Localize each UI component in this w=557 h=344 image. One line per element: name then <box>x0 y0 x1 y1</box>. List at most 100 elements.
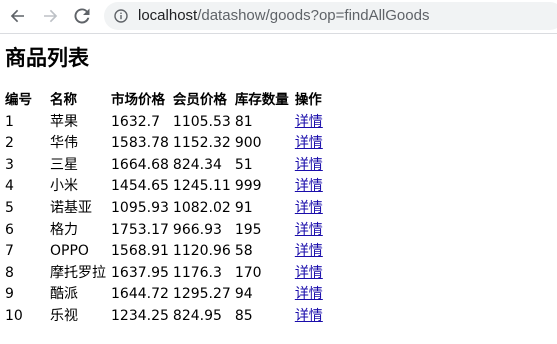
cell-name: 格力 <box>50 221 78 238</box>
cell-id: 10 <box>5 307 23 324</box>
cell-action: 详情 <box>293 263 333 285</box>
cell-member-price: 1152.32 <box>172 135 231 152</box>
cell-action: 详情 <box>293 241 333 263</box>
header-member-price: 会员价格 <box>172 92 227 108</box>
forward-button[interactable] <box>38 4 62 28</box>
url-path: /datashow/goods?op=findAllGoods <box>197 7 430 24</box>
cell-member-price: 966.93 <box>172 221 222 238</box>
detail-link[interactable]: 详情 <box>295 308 323 324</box>
detail-link[interactable]: 详情 <box>295 135 323 151</box>
table-row: 4 小米 1454.65 1245.11 999 详情 <box>3 176 333 198</box>
cell-market-price: 1753.17 <box>111 221 169 238</box>
reload-icon <box>74 8 90 24</box>
cell-market-price: 1095.93 <box>111 199 169 216</box>
cell-member-price: 1295.27 <box>172 286 231 303</box>
cell-stock: 81 <box>234 113 253 130</box>
cell-id: 5 <box>5 199 14 216</box>
cell-action: 详情 <box>293 284 333 306</box>
cell-stock: 91 <box>234 199 253 216</box>
table-row: 6 格力 1753.17 966.93 195 详情 <box>3 220 333 242</box>
cell-member-price: 1105.53 <box>172 113 231 130</box>
url-text[interactable]: localhost/datashow/goods?op=findAllGoods <box>138 7 429 25</box>
table-row: 3 三星 1664.68 824.34 51 详情 <box>3 155 333 177</box>
detail-link[interactable]: 详情 <box>295 200 323 216</box>
cell-id: 1 <box>5 113 14 130</box>
detail-link[interactable]: 详情 <box>295 265 323 281</box>
cell-action: 详情 <box>293 112 333 134</box>
cell-stock: 900 <box>234 135 262 152</box>
detail-link[interactable]: 详情 <box>295 222 323 238</box>
header-market-price: 市场价格 <box>111 92 165 108</box>
table-row: 7 OPPO 1568.91 1120.96 58 详情 <box>3 241 333 263</box>
info-icon[interactable] <box>114 9 128 23</box>
cell-market-price: 1644.72 <box>111 286 169 303</box>
goods-table: 编号 名称 市场价格 会员价格 库存数量 操作 1 苹果 1632.7 1105… <box>3 90 333 328</box>
browser-toolbar: localhost/datashow/goods?op=findAllGoods <box>0 0 557 34</box>
detail-link[interactable]: 详情 <box>295 243 323 259</box>
cell-id: 3 <box>5 156 14 173</box>
cell-market-price: 1637.95 <box>111 264 169 281</box>
cell-member-price: 824.95 <box>172 307 222 324</box>
table-header-row: 编号 名称 市场价格 会员价格 库存数量 操作 <box>3 90 333 112</box>
cell-id: 7 <box>5 243 14 260</box>
cell-action: 详情 <box>293 198 333 220</box>
table-row: 5 诺基亚 1095.93 1082.02 91 详情 <box>3 198 333 220</box>
reload-button[interactable] <box>70 4 94 28</box>
detail-link[interactable]: 详情 <box>295 157 323 173</box>
cell-member-price: 1120.96 <box>172 243 231 260</box>
header-stock: 库存数量 <box>234 92 289 108</box>
cell-market-price: 1568.91 <box>111 243 169 260</box>
cell-stock: 85 <box>234 307 253 324</box>
cell-name: 诺基亚 <box>50 199 92 216</box>
cell-stock: 999 <box>234 178 262 195</box>
table-row: 1 苹果 1632.7 1105.53 81 详情 <box>3 112 333 134</box>
cell-member-price: 824.34 <box>172 156 222 173</box>
cell-stock: 94 <box>234 286 253 303</box>
cell-id: 9 <box>5 286 14 303</box>
table-row: 9 酷派 1644.72 1295.27 94 详情 <box>3 284 333 306</box>
cell-market-price: 1454.65 <box>111 178 169 195</box>
detail-link[interactable]: 详情 <box>295 178 323 194</box>
cell-market-price: 1632.7 <box>111 113 160 130</box>
cell-member-price: 1176.3 <box>172 264 222 281</box>
back-button[interactable] <box>6 4 30 28</box>
cell-id: 8 <box>5 264 14 281</box>
header-id: 编号 <box>5 92 32 108</box>
cell-name: 苹果 <box>50 113 78 130</box>
detail-link[interactable]: 详情 <box>295 114 323 130</box>
cell-action: 详情 <box>293 220 333 242</box>
cell-action: 详情 <box>293 176 333 198</box>
cell-market-price: 1234.25 <box>111 307 169 324</box>
header-action: 操作 <box>294 92 322 108</box>
address-bar[interactable]: localhost/datashow/goods?op=findAllGoods <box>104 2 557 30</box>
detail-link[interactable]: 详情 <box>295 286 323 302</box>
cell-name: 三星 <box>50 156 78 173</box>
cell-stock: 58 <box>234 243 253 260</box>
cell-member-price: 1082.02 <box>172 199 231 216</box>
cell-name: OPPO <box>50 243 89 260</box>
page-content: 商品列表 编号 名称 市场价格 会员价格 库存数量 操作 1 苹果 1632.7… <box>0 34 557 344</box>
cell-action: 详情 <box>293 133 333 155</box>
cell-id: 6 <box>5 221 14 238</box>
cell-name: 乐视 <box>50 307 78 324</box>
cell-name: 酷派 <box>50 286 78 303</box>
url-host: localhost <box>138 7 198 24</box>
table-row: 10 乐视 1234.25 824.95 85 详情 <box>3 306 333 328</box>
cell-name: 华伟 <box>50 135 78 152</box>
cell-action: 详情 <box>293 306 333 328</box>
cell-market-price: 1583.78 <box>111 135 169 152</box>
cell-action: 详情 <box>293 155 333 177</box>
table-row: 8 摩托罗拉 1637.95 1176.3 170 详情 <box>3 263 333 285</box>
cell-id: 4 <box>5 178 14 195</box>
cell-stock: 170 <box>234 264 262 281</box>
cell-market-price: 1664.68 <box>111 156 169 173</box>
cell-stock: 51 <box>234 156 253 173</box>
page-title: 商品列表 <box>5 46 89 70</box>
back-arrow-icon <box>10 9 24 23</box>
cell-member-price: 1245.11 <box>172 178 231 195</box>
forward-arrow-icon <box>44 9 58 23</box>
header-name: 名称 <box>50 92 77 108</box>
cell-name: 摩托罗拉 <box>50 264 106 281</box>
cell-name: 小米 <box>50 178 78 195</box>
cell-stock: 195 <box>234 221 262 238</box>
